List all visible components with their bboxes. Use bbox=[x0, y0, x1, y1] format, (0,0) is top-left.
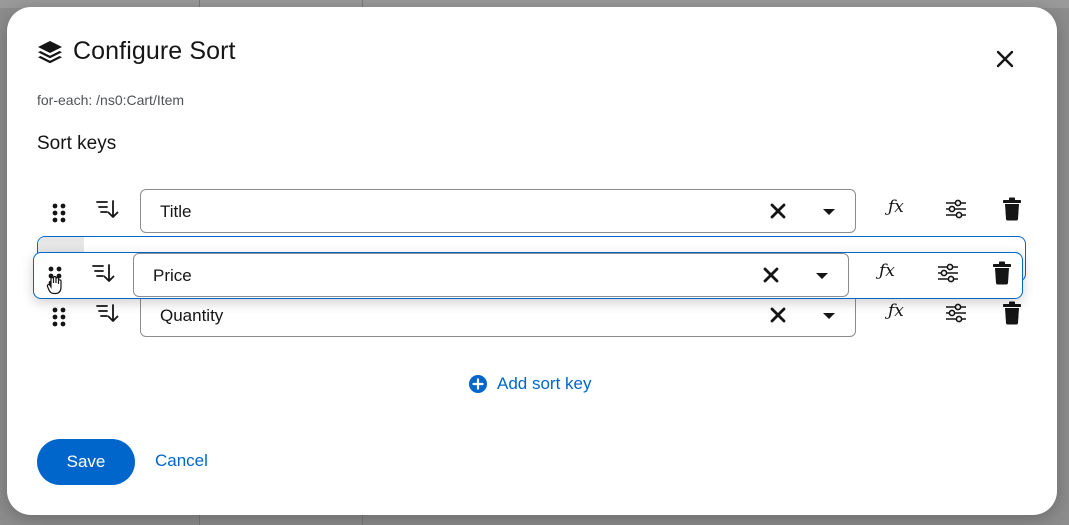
sort-order-button[interactable] bbox=[94, 301, 122, 329]
function-icon[interactable]: ƒx bbox=[879, 261, 901, 285]
sort-key-row: Title ƒx bbox=[37, 189, 1033, 235]
plus-circle-icon bbox=[469, 375, 487, 393]
add-sort-key-button[interactable]: Add sort key bbox=[469, 374, 592, 394]
sort-key-row: Price ƒx bbox=[30, 253, 1026, 299]
sort-key-value: Price bbox=[153, 266, 192, 285]
sort-order-icon bbox=[92, 264, 115, 282]
clear-button[interactable] bbox=[769, 202, 787, 220]
caret-down-icon bbox=[816, 273, 828, 279]
sort-key-select[interactable]: Title bbox=[140, 189, 856, 233]
modal-title: Configure Sort bbox=[73, 37, 236, 65]
layers-icon bbox=[37, 39, 63, 65]
configure-sort-modal: Configure Sort for-each: /ns0:Cart/Item … bbox=[7, 7, 1057, 515]
dropdown-toggle[interactable] bbox=[814, 268, 830, 284]
function-icon[interactable]: ƒx bbox=[888, 197, 910, 221]
modal-header: Configure Sort bbox=[37, 37, 236, 66]
grab-cursor-icon bbox=[46, 275, 64, 295]
clear-icon bbox=[763, 267, 779, 283]
trash-icon[interactable] bbox=[1002, 197, 1022, 221]
clear-icon bbox=[770, 203, 786, 219]
sort-order-icon bbox=[96, 200, 119, 218]
dropdown-toggle[interactable] bbox=[821, 308, 837, 324]
sliders-icon[interactable] bbox=[936, 261, 960, 285]
clear-icon bbox=[770, 307, 786, 323]
clear-button[interactable] bbox=[762, 266, 780, 284]
close-button[interactable] bbox=[991, 45, 1019, 73]
sort-order-icon bbox=[96, 304, 119, 322]
function-icon[interactable]: ƒx bbox=[888, 301, 910, 325]
sliders-icon[interactable] bbox=[944, 301, 968, 325]
sort-key-select[interactable]: Quantity bbox=[140, 293, 856, 337]
caret-down-icon bbox=[823, 209, 835, 215]
sort-key-value: Title bbox=[160, 202, 192, 221]
cancel-button[interactable]: Cancel bbox=[155, 451, 208, 471]
sort-key-value: Quantity bbox=[160, 306, 224, 325]
close-icon bbox=[996, 50, 1014, 68]
sort-order-button[interactable] bbox=[90, 261, 118, 289]
dropdown-toggle[interactable] bbox=[821, 204, 837, 220]
modal-subtitle: for-each: /ns0:Cart/Item bbox=[37, 92, 185, 108]
clear-button[interactable] bbox=[769, 306, 787, 324]
trash-icon[interactable] bbox=[1002, 301, 1022, 325]
sort-order-button[interactable] bbox=[94, 197, 122, 225]
trash-icon[interactable] bbox=[992, 261, 1012, 285]
drag-handle-icon[interactable] bbox=[51, 306, 67, 328]
sort-key-row: Quantity ƒx bbox=[37, 293, 1033, 339]
caret-down-icon bbox=[823, 313, 835, 319]
save-button[interactable]: Save bbox=[37, 439, 135, 485]
add-sort-key-label: Add sort key bbox=[497, 374, 592, 393]
drag-handle-icon[interactable] bbox=[51, 202, 67, 224]
dragged-sort-key-row[interactable]: Price ƒx bbox=[33, 252, 1023, 299]
sort-key-select[interactable]: Price bbox=[133, 253, 849, 297]
sliders-icon[interactable] bbox=[944, 197, 968, 221]
section-title: Sort keys bbox=[37, 133, 117, 154]
